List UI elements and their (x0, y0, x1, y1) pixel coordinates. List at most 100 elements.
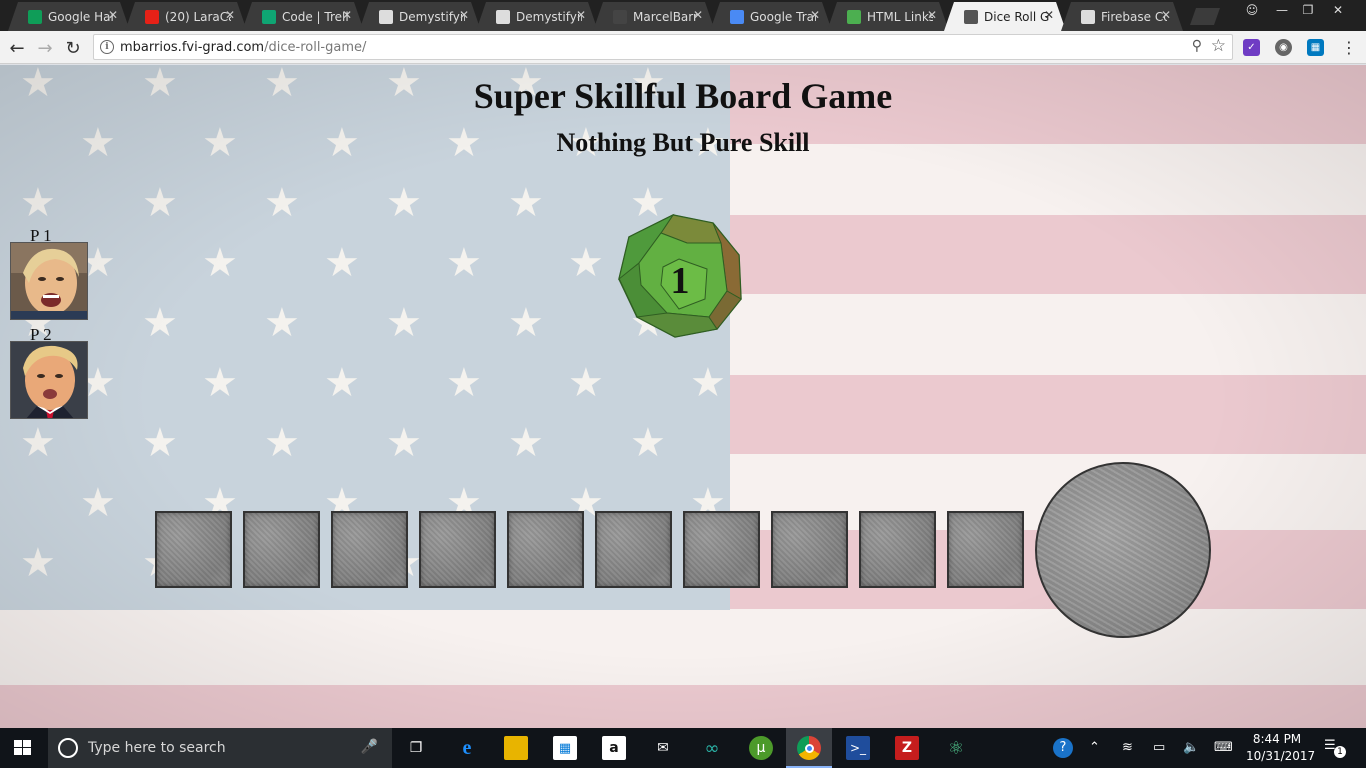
extension-trello-icon[interactable]: ▦ (1307, 39, 1324, 56)
browser-tab[interactable]: Demystifying✕ (476, 2, 598, 31)
close-tab-icon[interactable]: ✕ (576, 8, 586, 22)
forward-button[interactable]: → (34, 37, 56, 59)
tab-title: Google Hangouts (48, 9, 111, 24)
browser-tab[interactable]: Code | Trello✕ (242, 2, 364, 31)
maximize-button[interactable]: ❐ (1294, 0, 1322, 20)
taskbar-search-box[interactable]: Type here to search 🎤 (48, 728, 392, 768)
flag-star-icon: ★ (568, 240, 604, 286)
board-space (683, 511, 760, 588)
url-text[interactable]: mbarrios.fvi-grad.com/dice-roll-game/ (120, 40, 366, 55)
flag-star-icon: ★ (264, 300, 300, 346)
profile-icon[interactable]: ☺ (1238, 0, 1266, 20)
close-tab-icon[interactable]: ✕ (1161, 8, 1171, 22)
close-tab-icon[interactable]: ✕ (342, 8, 352, 22)
browser-tab[interactable]: Google Translate✕ (710, 2, 832, 31)
flag-star-icon: ★ (264, 180, 300, 226)
close-tab-icon[interactable]: ✕ (927, 8, 937, 22)
flag-star-icon: ★ (690, 360, 726, 406)
flag-star-icon: ★ (508, 420, 544, 466)
powershell-icon[interactable]: >_ (846, 736, 870, 760)
extension-check-icon[interactable]: ✓ (1243, 39, 1260, 56)
chrome-menu-icon[interactable]: ⋮ (1338, 36, 1360, 58)
close-tab-icon[interactable]: ✕ (693, 8, 703, 22)
clock-time: 8:44 PM (1252, 732, 1302, 746)
board-space (243, 511, 320, 588)
page-title: Super Skillful Board Game (473, 76, 893, 116)
browser-tab[interactable]: HTML Links ✕ (827, 2, 949, 31)
board-space (155, 511, 232, 588)
browser-toolbar: ← → ↻ i mbarrios.fvi-grad.com/dice-roll-… (0, 31, 1366, 64)
page-icon (496, 10, 510, 24)
search-placeholder: Type here to search (88, 740, 226, 756)
browser-tab[interactable]: Demystifying✕ (359, 2, 481, 31)
extension-globe-icon[interactable]: ◉ (1275, 39, 1292, 56)
player-2-avatar (10, 341, 88, 419)
close-tab-icon[interactable]: ✕ (459, 8, 469, 22)
flag-star-icon: ★ (386, 300, 422, 346)
flag-star-icon: ★ (142, 420, 178, 466)
browser-tab[interactable]: (20) LaraCasts✕ (125, 2, 247, 31)
browser-tab[interactable]: MarcelBarrios✕ (593, 2, 715, 31)
board-space (771, 511, 848, 588)
close-tab-icon[interactable]: ✕ (225, 8, 235, 22)
board-space (859, 511, 936, 588)
reload-button[interactable]: ↻ (62, 37, 84, 59)
close-tab-icon[interactable]: ✕ (1044, 8, 1054, 22)
store-icon[interactable]: ▦ (553, 736, 577, 760)
file-explorer-icon[interactable] (504, 736, 528, 760)
flag-star-icon: ★ (446, 360, 482, 406)
flag-star-icon: ★ (202, 360, 238, 406)
flag-star-icon: ★ (20, 180, 56, 226)
keyboard-icon[interactable]: ⌨ (1214, 740, 1233, 755)
utorrent-icon[interactable]: μ (749, 736, 773, 760)
browser-tab[interactable]: Google Hangouts✕ (8, 2, 130, 31)
atom-icon[interactable]: ⚛ (944, 736, 968, 760)
volume-icon[interactable]: 🔈 (1183, 740, 1199, 755)
microphone-icon[interactable]: 🎤 (361, 739, 378, 755)
flag-star-icon: ★ (202, 240, 238, 286)
tab-title: Demystifying (516, 9, 581, 24)
flag-star-icon: ★ (630, 420, 666, 466)
arduino-icon[interactable]: ∞ (700, 736, 724, 760)
chrome-icon[interactable] (797, 736, 821, 760)
wifi-icon[interactable]: ≋ (1122, 740, 1133, 755)
edge-icon[interactable]: e (455, 736, 479, 760)
bookmark-star-icon[interactable]: ☆ (1211, 36, 1226, 56)
tab-title: Google Translate (750, 9, 814, 24)
youtube-icon (145, 10, 159, 24)
amazon-icon[interactable]: a (602, 736, 626, 760)
info-icon[interactable]: i (100, 40, 114, 54)
new-tab-button[interactable] (1190, 8, 1220, 25)
task-view-icon[interactable]: ❐ (404, 736, 428, 760)
filezilla-icon[interactable]: Z (895, 736, 919, 760)
taskbar-clock[interactable]: 8:44 PM 10/31/2017 (1246, 731, 1315, 765)
battery-icon[interactable]: ▭ (1153, 740, 1165, 755)
page-icon (379, 10, 393, 24)
browser-tab[interactable]: Firebase Console✕ (1061, 2, 1183, 31)
mail-icon[interactable]: ✉ (651, 736, 675, 760)
minimize-button[interactable]: — (1268, 0, 1296, 20)
page-viewport: ★ ★ ★ ★ ★ ★ ★ ★ ★ ★ ★ ★ ★ ★ ★ ★ ★ ★ ★ ★ ★ ★ ★ ★ ★ ★ ★ ★ ★ ★ ★ ★ ★ ★ ★ ★ ★ ★ ★ ★… (0, 65, 1366, 728)
windows-start-button[interactable] (14, 740, 32, 756)
board-space (507, 511, 584, 588)
close-tab-icon[interactable]: ✕ (108, 8, 118, 22)
board-space (595, 511, 672, 588)
flag-star-icon: ★ (20, 420, 56, 466)
zoom-icon[interactable]: ⚲ (1192, 38, 1202, 54)
address-bar[interactable]: i mbarrios.fvi-grad.com/dice-roll-game/ … (93, 34, 1233, 60)
translate-icon (730, 10, 744, 24)
trello-icon (262, 10, 276, 24)
url-path: /dice-roll-game/ (264, 40, 367, 55)
browser-tab[interactable]: Dice Roll Game✕ (944, 2, 1066, 31)
board-space (419, 511, 496, 588)
notifications-icon[interactable]: ☰ 1 (1324, 738, 1346, 758)
close-window-button[interactable]: ✕ (1324, 0, 1352, 20)
flag-star-icon: ★ (80, 480, 116, 526)
windows-taskbar: Type here to search 🎤 ❐ e ▦ a ✉ ∞ μ >_ Z… (0, 728, 1366, 768)
back-button[interactable]: ← (6, 37, 28, 59)
flag-star-icon: ★ (568, 360, 604, 406)
chevron-up-icon[interactable]: ⌃ (1089, 740, 1100, 755)
close-tab-icon[interactable]: ✕ (810, 8, 820, 22)
help-tray-icon[interactable]: ? (1053, 738, 1073, 758)
board-space (947, 511, 1024, 588)
